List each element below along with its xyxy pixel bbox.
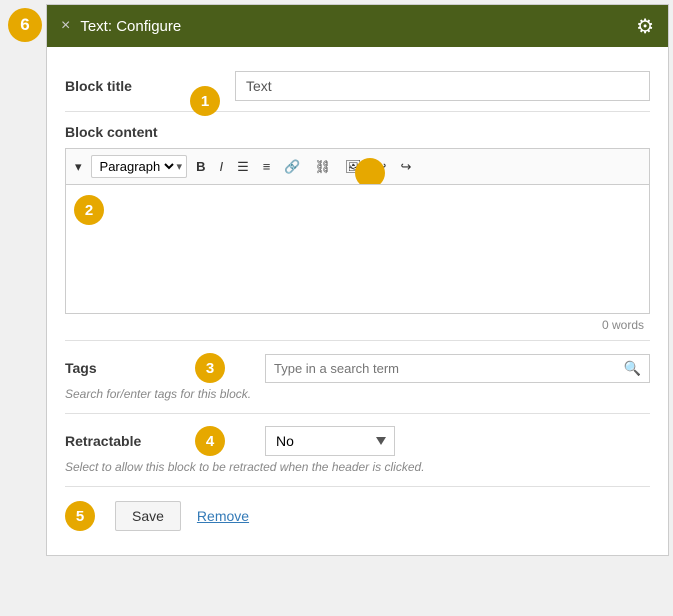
editor-area[interactable]: 2	[65, 184, 650, 314]
save-button[interactable]: Save	[115, 501, 181, 531]
retractable-section: Retractable 4 No Yes Select to allow thi…	[65, 414, 650, 487]
panel-footer: 5 Save Remove	[65, 487, 650, 541]
step-badge-3: 3	[195, 353, 225, 383]
unordered-list-button[interactable]: ☰	[232, 156, 254, 178]
retractable-hint: Select to allow this block to be retract…	[65, 460, 650, 482]
close-button[interactable]: ×	[61, 18, 70, 34]
block-content-section: Block content ▾ Paragraph ▾ B	[65, 112, 650, 341]
redo-button[interactable]: ↪	[395, 156, 416, 178]
remove-button[interactable]: Remove	[197, 508, 249, 524]
word-count: 0 words	[65, 314, 650, 340]
unlink-button[interactable]: ⛓	[310, 156, 337, 178]
retractable-select[interactable]: No Yes	[265, 426, 395, 456]
panel-header: × Text: Configure ⚙	[47, 5, 668, 47]
step-badge-4: 4	[195, 426, 225, 456]
step-badge-5: 5	[65, 501, 95, 531]
tags-hint: Search for/enter tags for this block.	[65, 387, 650, 409]
ordered-list-button[interactable]: ≡	[258, 156, 276, 177]
search-icon: 🔍	[624, 360, 641, 377]
tags-input-wrap: 🔍	[265, 354, 650, 383]
italic-button[interactable]: I	[214, 156, 228, 177]
bold-button[interactable]: B	[191, 156, 210, 177]
tags-section: Tags 3 🔍 Search for/enter tags for this …	[65, 341, 650, 414]
step-badge-2: 2	[74, 195, 104, 225]
settings-icon[interactable]: ⚙	[636, 14, 654, 39]
paragraph-select[interactable]: Paragraph	[96, 158, 177, 175]
tags-search-input[interactable]	[274, 361, 624, 376]
panel-title: Text: Configure	[80, 18, 181, 35]
step-badge-6: 6	[8, 8, 42, 42]
link-button[interactable]: 🔗	[279, 156, 305, 178]
retractable-label: Retractable	[65, 433, 195, 449]
block-title-input[interactable]	[235, 71, 650, 101]
tags-label: Tags	[65, 360, 195, 376]
toolbar-collapse-btn[interactable]: ▾	[70, 156, 87, 178]
block-title-label: Block title	[65, 78, 195, 94]
paragraph-select-wrap[interactable]: Paragraph ▾	[91, 155, 188, 178]
block-title-row: Block title 1	[65, 61, 650, 112]
block-content-label: Block content	[65, 124, 650, 140]
